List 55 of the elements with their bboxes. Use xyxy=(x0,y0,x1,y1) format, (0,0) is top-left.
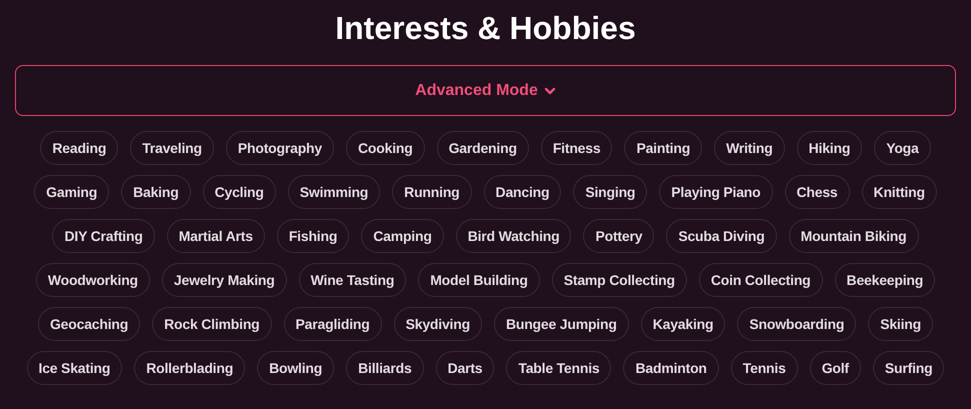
hobby-chip[interactable]: Kayaking xyxy=(640,307,726,341)
hobby-chip[interactable]: Golf xyxy=(810,351,861,385)
hobby-chip[interactable]: Baking xyxy=(121,175,191,209)
hobby-chip[interactable]: Surfing xyxy=(872,351,944,385)
hobby-chip[interactable]: Rock Climbing xyxy=(152,307,272,341)
hobby-chip[interactable]: Ice Skating xyxy=(26,351,122,385)
page-title: Interests & Hobbies xyxy=(335,9,636,48)
hobby-chip[interactable]: Tennis xyxy=(730,351,798,385)
hobby-chip[interactable]: Mountain Biking xyxy=(788,219,918,253)
hobby-chip[interactable]: Table Tennis xyxy=(506,351,612,385)
hobby-chip[interactable]: Beekeeping xyxy=(834,263,936,297)
hobby-chip[interactable]: Stamp Collecting xyxy=(552,263,687,297)
hobby-chip[interactable]: Skiing xyxy=(868,307,933,341)
hobby-chip[interactable]: Fishing xyxy=(276,219,350,253)
hobby-chip[interactable]: Scuba Diving xyxy=(666,219,777,253)
hobby-chip[interactable]: Writing xyxy=(714,131,785,165)
hobby-chip[interactable]: Hiking xyxy=(796,131,862,165)
hobby-chip[interactable]: Coin Collecting xyxy=(698,263,823,297)
hobby-chip[interactable]: Chess xyxy=(784,175,850,209)
hobby-chip[interactable]: Model Building xyxy=(418,263,540,297)
hobby-chip[interactable]: Wine Tasting xyxy=(298,263,406,297)
hobby-chip[interactable]: Swimming xyxy=(288,175,380,209)
hobby-chip[interactable]: Running xyxy=(392,175,472,209)
hobby-chip[interactable]: Martial Arts xyxy=(166,219,265,253)
hobby-chip[interactable]: Bungee Jumping xyxy=(494,307,629,341)
hobby-chip[interactable]: Jewelry Making xyxy=(162,263,287,297)
hobby-chip[interactable]: Cycling xyxy=(202,175,276,209)
hobby-chip[interactable]: Geocaching xyxy=(38,307,140,341)
hobby-chip[interactable]: Singing xyxy=(573,175,648,209)
hobby-chip[interactable]: Traveling xyxy=(130,131,214,165)
hobby-chip[interactable]: Camping xyxy=(361,219,444,253)
hobby-chip[interactable]: Yoga xyxy=(874,131,931,165)
hobby-chip[interactable]: DIY Crafting xyxy=(52,219,155,253)
hobby-chip[interactable]: Snowboarding xyxy=(737,307,856,341)
hobby-chip[interactable]: Skydiving xyxy=(394,307,482,341)
hobby-chip[interactable]: Gardening xyxy=(436,131,529,165)
hobby-chip[interactable]: Fitness xyxy=(540,131,612,165)
hobby-chip[interactable]: Billiards xyxy=(346,351,424,385)
hobby-chip[interactable]: Woodworking xyxy=(36,263,150,297)
hobby-chip[interactable]: Bowling xyxy=(257,351,334,385)
hobby-chip[interactable]: Darts xyxy=(436,351,494,385)
hobby-chip[interactable]: Rollerblading xyxy=(134,351,246,385)
hobby-chip[interactable]: Playing Piano xyxy=(659,175,772,209)
hobby-chip[interactable]: Paragliding xyxy=(284,307,382,341)
hobby-chip[interactable]: Cooking xyxy=(346,131,425,165)
hobby-chip[interactable]: Badminton xyxy=(623,351,719,385)
hobby-chip[interactable]: Reading xyxy=(40,131,118,165)
hobby-chip[interactable]: Gaming xyxy=(34,175,110,209)
hobby-chip[interactable]: Knitting xyxy=(862,175,937,209)
hobby-chip[interactable]: Pottery xyxy=(583,219,654,253)
hobby-chip[interactable]: Bird Watching xyxy=(456,219,572,253)
hobby-chip[interactable]: Photography xyxy=(226,131,334,165)
advanced-mode-toggle[interactable]: Advanced Mode xyxy=(15,65,956,116)
hobby-chip[interactable]: Painting xyxy=(624,131,702,165)
hobby-chip[interactable]: Dancing xyxy=(484,175,562,209)
